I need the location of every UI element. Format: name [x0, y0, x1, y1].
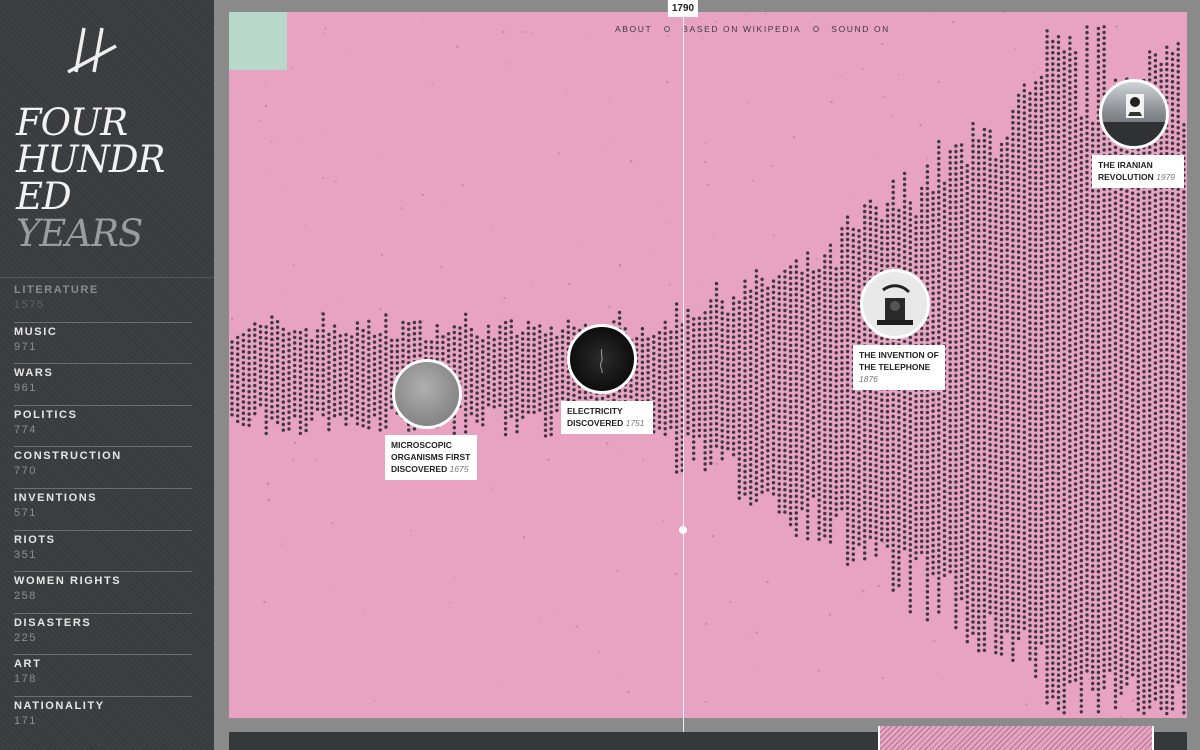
site-title-line: FOUR: [16, 101, 128, 144]
telephone-icon: [877, 284, 913, 325]
site-logo-icon[interactable]: [62, 24, 122, 76]
spark-icon: [599, 348, 603, 374]
event-title-line: REVOLUTION: [1098, 172, 1154, 182]
category-count: 571: [14, 506, 37, 519]
category-name: WOMEN RIGHTS: [14, 575, 122, 588]
wikipedia-source-link[interactable]: BASED ON WIKIPEDIA: [682, 24, 801, 34]
event-card-electricity[interactable]: ELECTRICITY DISCOVERED 1751: [561, 401, 653, 434]
category-count: 178: [14, 673, 37, 686]
category-item-art[interactable]: ART 178: [14, 655, 192, 697]
event-year: 1675: [449, 464, 469, 474]
category-name: ART: [14, 658, 42, 671]
category-count: 774: [14, 423, 37, 436]
category-count: 225: [14, 631, 37, 644]
category-count: 351: [14, 548, 37, 561]
category-item-disasters[interactable]: DISASTERS 225: [14, 614, 192, 656]
category-count: 1575: [14, 299, 45, 311]
event-photo-telephone[interactable]: [860, 269, 930, 339]
category-item-construction[interactable]: CONSTRUCTION 770: [14, 447, 192, 489]
timeline-visualization[interactable]: [229, 12, 1187, 718]
timeline-range-window[interactable]: [878, 726, 1154, 750]
year-indicator-line[interactable]: [683, 14, 684, 750]
site-title-line: ED: [16, 175, 72, 218]
category-count: 171: [14, 714, 37, 727]
category-list: LITERATURE 1575 MUSIC 971 WARS 961 POLIT…: [14, 281, 192, 739]
crowd-portrait-icon: [1102, 94, 1166, 146]
category-count: 258: [14, 590, 37, 603]
top-nav: ABOUT BASED ON WIKIPEDIA SOUND ON: [615, 23, 890, 35]
category-count: 971: [14, 340, 37, 353]
category-name: WARS: [14, 367, 54, 380]
category-item-inventions[interactable]: INVENTIONS 571: [14, 489, 192, 531]
event-dot-waveform[interactable]: [229, 12, 1187, 718]
event-title-line: THE TELEPHONE: [859, 362, 931, 372]
sidebar: FOUR HUNDR ED YEARS LITERATURE 1575 MUSI…: [0, 0, 214, 750]
category-name: NATIONALITY: [14, 699, 105, 712]
event-card-iranian-revolution[interactable]: THE IRANIAN REVOLUTION 1979: [1092, 155, 1184, 188]
event-title-line: DISCOVERED: [567, 418, 624, 428]
site-title: FOUR HUNDR ED YEARS: [16, 104, 206, 252]
category-name: CONSTRUCTION: [14, 450, 122, 463]
event-title-line: MICROSCOPIC: [391, 440, 452, 450]
nav-separator-icon: [813, 26, 820, 32]
event-title-line: THE INVENTION OF: [859, 350, 939, 360]
category-item-wars[interactable]: WARS 961: [14, 364, 192, 406]
site-title-line: YEARS: [16, 212, 143, 255]
event-year: 1876: [859, 374, 878, 384]
event-card-microscopic-organisms[interactable]: MICROSCOPIC ORGANISMS FIRST DISCOVERED 1…: [385, 435, 477, 480]
event-year: 1979: [1156, 172, 1176, 182]
category-count: 961: [14, 382, 37, 395]
category-name: POLITICS: [14, 408, 78, 421]
about-link[interactable]: ABOUT: [615, 24, 652, 34]
current-year-label[interactable]: 1790: [667, 0, 699, 17]
sound-toggle[interactable]: SOUND ON: [831, 24, 890, 34]
category-name: RIOTS: [14, 533, 56, 546]
category-name: MUSIC: [14, 325, 58, 338]
category-item-women-rights[interactable]: WOMEN RIGHTS 258: [14, 572, 192, 614]
event-photo-microscopic-organisms[interactable]: [392, 359, 462, 429]
event-title-line: ELECTRICITY: [567, 406, 623, 416]
event-photo-electricity[interactable]: [567, 324, 637, 394]
event-photo-iranian-revolution[interactable]: [1099, 79, 1169, 149]
year-scrubber-handle[interactable]: [679, 526, 687, 534]
category-item-riots[interactable]: RIOTS 351: [14, 531, 192, 573]
category-item-nationality[interactable]: NATIONALITY 171: [14, 697, 192, 739]
category-item-music[interactable]: MUSIC 971: [14, 323, 192, 365]
event-title-line: DISCOVERED: [391, 464, 448, 474]
category-count: 770: [14, 465, 37, 478]
site-title-line: HUNDR: [16, 138, 165, 181]
event-title-line: THE IRANIAN: [1098, 160, 1153, 170]
event-title-line: ORGANISMS FIRST: [391, 452, 471, 462]
sidebar-divider: [0, 277, 214, 278]
category-item-literature[interactable]: LITERATURE 1575: [14, 281, 192, 323]
event-year: 1751: [625, 418, 645, 428]
category-item-politics[interactable]: POLITICS 774: [14, 406, 192, 448]
category-name: DISASTERS: [14, 616, 92, 629]
category-name: LITERATURE: [14, 284, 99, 296]
category-name: INVENTIONS: [14, 491, 98, 504]
event-card-telephone[interactable]: THE INVENTION OF THE TELEPHONE 1876: [853, 345, 945, 390]
nav-separator-icon: [664, 26, 671, 32]
event-dots-group: [230, 25, 1186, 716]
